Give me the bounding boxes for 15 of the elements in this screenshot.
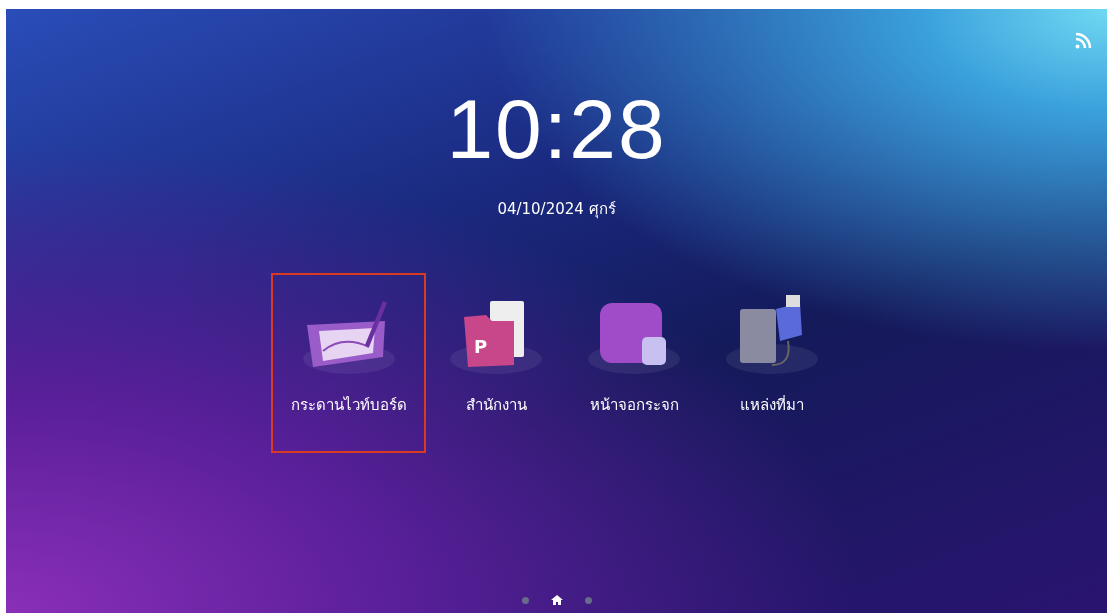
app-tile[interactable]: หน้าจอกระจก — [566, 273, 702, 453]
app-label: กระดานไวท์บอร์ด — [290, 395, 407, 416]
page-dot[interactable] — [584, 596, 592, 604]
app-tile[interactable]: กระดานไวท์บอร์ด — [271, 273, 426, 453]
page-dot[interactable] — [521, 596, 529, 604]
home-icon[interactable] — [550, 595, 563, 605]
app-label: หน้าจอกระจก — [589, 395, 679, 416]
app-tile[interactable]: P สำนักงาน — [428, 273, 564, 453]
app-tile[interactable]: แหล่งที่มา — [704, 273, 840, 453]
folder-letter: P — [474, 336, 488, 357]
clock-time: 10:28 — [446, 87, 667, 171]
clock-date: 04/10/2024 ศุกร์ — [497, 199, 616, 221]
app-label: สำนักงาน — [465, 395, 527, 416]
app-label: แหล่งที่มา — [740, 394, 804, 416]
cast-icon[interactable] — [1073, 31, 1093, 51]
